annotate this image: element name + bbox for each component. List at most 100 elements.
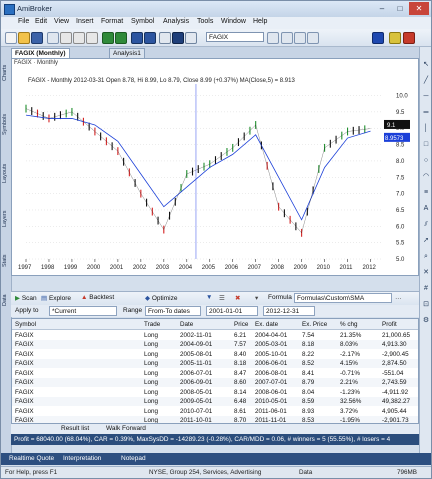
col-date[interactable]: Date — [180, 321, 193, 328]
refresh-icon[interactable] — [102, 32, 114, 44]
col-exprice[interactable]: Ex. Price — [302, 321, 327, 328]
lock-tool-icon[interactable]: ⊡ — [422, 301, 430, 309]
menu-symbol[interactable]: Symbol — [131, 18, 154, 25]
copy-icon[interactable] — [73, 32, 85, 44]
optimize-button[interactable]: ◆ Optimize — [145, 294, 177, 302]
tab-analysis[interactable]: Analysis1 — [109, 48, 145, 58]
minimize-button[interactable]: – — [373, 2, 391, 15]
menu-view[interactable]: View — [54, 18, 69, 25]
menu-edit[interactable]: Edit — [35, 18, 47, 25]
sidebar-tab-layers[interactable]: Layers — [2, 199, 10, 239]
connect-icon[interactable] — [115, 32, 127, 44]
chart-type-icon[interactable] — [159, 32, 171, 44]
zoom-in-icon[interactable] — [281, 32, 293, 44]
table-row[interactable]: FAGIX Long 2010-07-01 8.61 2011-06-01 8.93 3.7… — [12, 406, 418, 416]
cursor-tool-icon[interactable]: ↖ — [422, 61, 430, 69]
to-date-field[interactable]: 2012-12-31 — [263, 306, 315, 316]
tab-interpretation[interactable]: Interpretation — [63, 455, 101, 462]
table-row[interactable]: FAGIX Long 2006-09-01 8.60 2007-07-01 8.79 2.2… — [12, 377, 418, 387]
back-icon[interactable] — [131, 32, 143, 44]
line-tool-icon[interactable] — [372, 32, 384, 44]
menu-tools[interactable]: Tools — [197, 18, 213, 25]
channel-tool-icon[interactable]: ⫽ — [422, 221, 430, 229]
col-symbol[interactable]: Symbol — [15, 321, 36, 328]
menu-file[interactable]: File — [18, 18, 29, 25]
tab-realtime-quote[interactable]: Realtime Quote — [9, 455, 54, 462]
new-icon[interactable] — [5, 32, 17, 44]
filter-icon[interactable]: ▼ — [206, 294, 212, 301]
table-row[interactable]: FAGIX Long 2006-07-01 8.47 2006-08-01 8.41 -0.… — [12, 368, 418, 378]
price-chart[interactable]: 10.09.59.08.58.07.57.06.56.05.55.01997 19… — [12, 59, 418, 275]
range-select[interactable]: From-To dates — [145, 306, 201, 316]
print-icon[interactable] — [47, 32, 59, 44]
table-row[interactable]: FAGIX Long 2004-09-01 7.57 2005-03-01 8.18 8.0… — [12, 339, 418, 349]
cut-icon[interactable] — [60, 32, 72, 44]
maximize-button[interactable]: □ — [391, 2, 409, 15]
menu-insert[interactable]: Insert — [76, 18, 94, 25]
report-icon[interactable]: ✖ — [235, 294, 240, 302]
backtest-button[interactable]: ▲ Backtest — [81, 294, 114, 301]
properties-tool-icon[interactable]: ⚙ — [422, 317, 430, 325]
col-price[interactable]: Price — [234, 321, 248, 328]
more-icon[interactable]: ▾ — [255, 294, 258, 302]
candlestick-icon[interactable] — [172, 32, 184, 44]
menu-format[interactable]: Format — [101, 18, 123, 25]
delete-tool-icon[interactable]: ✕ — [422, 269, 430, 277]
menu-help[interactable]: Help — [253, 18, 267, 25]
vline-tool-icon[interactable]: │ — [422, 125, 430, 133]
sidebar-tab-charts[interactable]: Charts — [2, 49, 10, 97]
trendline-tool-icon[interactable]: ╱ — [422, 77, 430, 85]
formula-path-field[interactable]: Formulas\Custom\SMA — [294, 293, 392, 303]
sidebar-tab-data[interactable]: Data — [2, 283, 10, 317]
tab-chart[interactable]: FAGIX (Monthly) — [11, 48, 70, 58]
tab-walk-forward[interactable]: Walk Forward — [106, 425, 146, 432]
color-icon[interactable] — [403, 32, 415, 44]
col-exdate[interactable]: Ex. date — [255, 321, 278, 328]
rectangle-tool-icon[interactable]: □ — [422, 141, 430, 149]
apply-to-select[interactable]: *Current — [49, 306, 117, 316]
ellipse-tool-icon[interactable]: ○ — [422, 157, 430, 165]
pencil-icon[interactable] — [389, 32, 401, 44]
arrow-tool-icon[interactable]: ➚ — [422, 237, 430, 245]
save-icon[interactable] — [31, 32, 43, 44]
table-row[interactable]: FAGIX Long 2002-11-01 6.21 2004-04-01 7.54 21.… — [12, 330, 418, 340]
hline-tool-icon[interactable]: ═ — [422, 109, 430, 117]
settings-icon[interactable]: ☰ — [219, 294, 225, 302]
tab-result-list[interactable]: Result list — [61, 425, 89, 432]
table-row[interactable]: FAGIX Long 2011-10-01 8.70 2011-11-01 8.53 -1.… — [12, 415, 418, 423]
sidebar-tab-stats[interactable]: Stats — [2, 243, 10, 279]
tab-notepad[interactable]: Notepad — [121, 455, 146, 462]
fibonacci-tool-icon[interactable]: ≡ — [422, 189, 430, 197]
from-date-field[interactable]: 2001-01-01 — [206, 306, 258, 316]
cell-exdate: 2011-06-01 — [255, 407, 287, 415]
zoom-out-icon[interactable] — [294, 32, 306, 44]
table-row[interactable]: FAGIX Long 2009-05-01 6.48 2010-05-01 8.59 32.… — [12, 396, 418, 406]
forward-icon[interactable] — [144, 32, 156, 44]
sidebar-tab-layouts[interactable]: Layouts — [2, 151, 10, 195]
col-profit[interactable]: Profit — [382, 321, 397, 328]
interval-icon[interactable] — [267, 32, 279, 44]
grid-tool-icon[interactable]: # — [422, 285, 430, 293]
grid-icon[interactable] — [185, 32, 197, 44]
toolbar-more-icon[interactable] — [307, 32, 319, 44]
col-pctchg[interactable]: % chg — [340, 321, 358, 328]
explore-button[interactable]: ▤ Explore — [41, 294, 71, 302]
formula-browse-icon[interactable]: … — [395, 294, 402, 301]
symbol-combo[interactable]: FAGIX — [206, 32, 264, 42]
table-row[interactable]: FAGIX Long 2005-08-01 8.40 2005-10-01 8.22 -2.… — [12, 349, 418, 359]
chart-pane[interactable]: FAGIX · Monthly FAGIX - Monthly 2012-03-… — [11, 58, 419, 276]
text-tool-icon[interactable]: A — [422, 205, 430, 213]
arc-tool-icon[interactable]: ◠ — [422, 173, 430, 181]
col-trade[interactable]: Trade — [144, 321, 160, 328]
open-folder-icon[interactable] — [18, 32, 30, 44]
table-row[interactable]: FAGIX Long 2008-05-01 8.14 2008-06-01 8.04 -1.… — [12, 387, 418, 397]
paste-icon[interactable] — [86, 32, 98, 44]
zoom-tool-icon[interactable]: ⌕ — [422, 253, 430, 261]
sidebar-tab-symbols[interactable]: Symbols — [2, 101, 10, 147]
close-button[interactable]: ✕ — [409, 2, 429, 15]
table-row[interactable]: FAGIX Long 2005-11-01 8.18 2006-06-01 8.52 4.1… — [12, 358, 418, 368]
scan-button[interactable]: ▶ Scan — [15, 294, 37, 302]
ray-tool-icon[interactable]: ─ — [422, 93, 430, 101]
menu-analysis[interactable]: Analysis — [163, 18, 189, 25]
menu-window[interactable]: Window — [221, 18, 246, 25]
